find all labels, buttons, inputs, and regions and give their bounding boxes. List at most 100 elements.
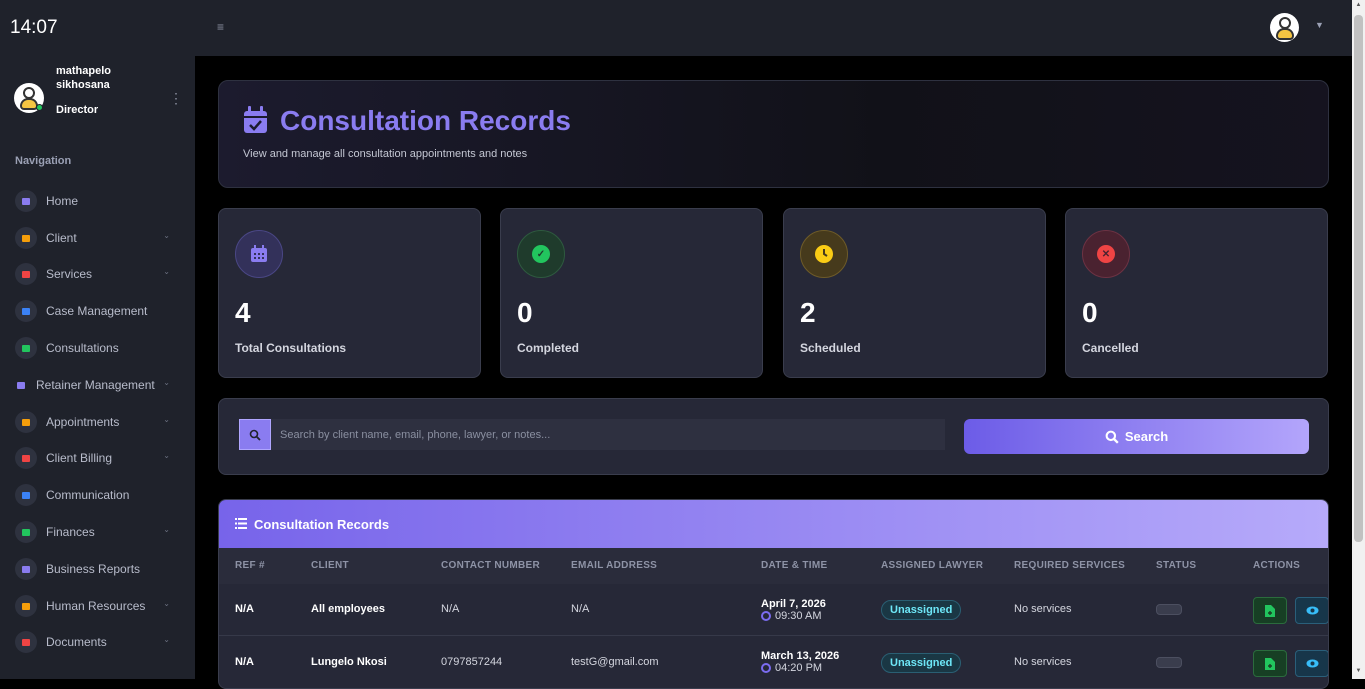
client-cell: All employees — [311, 603, 385, 615]
sidebar-item-retainer-management[interactable]: Retainer Management ⌄ — [15, 372, 175, 398]
stat-value: 4 — [235, 297, 251, 328]
column-header[interactable]: EMAIL ADDRESS — [571, 560, 657, 571]
top-avatar[interactable] — [1270, 13, 1299, 42]
chevron-down-icon[interactable]: ⌄ — [163, 378, 170, 387]
date-text: April 7, 2026 — [761, 598, 826, 610]
user-name: mathapelo sikhosana — [56, 65, 112, 91]
stat-label: Scheduled — [800, 341, 861, 355]
clock-icon — [761, 611, 771, 621]
search-icon — [1105, 430, 1119, 444]
column-header[interactable]: CLIENT — [311, 560, 349, 571]
chevron-down-icon[interactable]: ⌄ — [163, 231, 170, 240]
chart-icon — [15, 447, 37, 469]
stat-value: 0 — [1082, 297, 1098, 328]
email-cell: testG@gmail.com — [571, 656, 659, 668]
scroll-up-icon[interactable]: ▲ — [1354, 2, 1363, 8]
calendar-icon — [235, 230, 283, 278]
gauge-icon — [15, 190, 37, 212]
chevron-down-icon[interactable]: ⌄ — [163, 415, 170, 424]
sidebar-item-consultations[interactable]: Consultations — [15, 335, 175, 361]
caret-down-icon[interactable]: ▼ — [1315, 20, 1324, 30]
search-input[interactable] — [271, 419, 945, 450]
time-text: 09:30 AM — [775, 610, 822, 622]
eye-icon — [1306, 606, 1318, 615]
stat-card-scheduled: 2 Scheduled — [783, 208, 1046, 378]
table-row[interactable]: N/A Lungelo Nkosi 0797857244 testG@gmail… — [219, 637, 1328, 688]
stat-label: Total Consultations — [235, 341, 347, 355]
contact-cell: 0797857244 — [441, 656, 503, 668]
page-header: Consultation Records View and manage all… — [218, 80, 1329, 188]
view-button[interactable] — [1295, 597, 1328, 624]
column-header[interactable]: REQUIRED SERVICES — [1014, 560, 1125, 571]
datetime-cell: April 7, 2026 09:30 AM — [761, 598, 826, 622]
column-header[interactable]: DATE & TIME — [761, 560, 827, 571]
sidebar-item-case-management[interactable]: Case Management — [15, 298, 175, 324]
sidebar-item-label: Human Resources — [46, 599, 146, 613]
sidebar-item-appointments[interactable]: Appointments ⌄ — [15, 409, 175, 435]
search-button[interactable]: Search — [964, 419, 1309, 454]
chevron-down-icon[interactable]: ⌄ — [163, 635, 170, 644]
email-cell: N/A — [571, 603, 590, 615]
status-badge — [1156, 604, 1182, 615]
sidebar-item-client-billing[interactable]: Client Billing ⌄ — [15, 445, 175, 471]
folder-icon — [15, 300, 37, 322]
check-circle-icon: ✓ — [517, 230, 565, 278]
column-header[interactable]: REF # — [235, 560, 265, 571]
top-bar: ≡ ▼ — [195, 0, 1352, 56]
sidebar-item-client[interactable]: Client ⌄ — [15, 225, 175, 251]
sidebar-item-documents[interactable]: Documents ⌄ — [15, 629, 175, 655]
scrollbar-thumb[interactable] — [1354, 15, 1363, 542]
ref-cell: N/A — [235, 656, 254, 668]
stat-value: 0 — [517, 297, 533, 328]
sidebar-item-label: Client Billing — [46, 451, 113, 465]
page-title: Consultation Records — [280, 105, 571, 136]
briefcase-icon — [15, 263, 37, 285]
hamburger-menu-icon[interactable]: ≡ — [217, 20, 224, 34]
user-role: Director — [56, 104, 99, 116]
column-header[interactable]: ACTIONS — [1253, 560, 1300, 571]
document-icon — [15, 631, 37, 653]
contact-cell: N/A — [441, 603, 460, 615]
chevron-down-icon[interactable]: ⌄ — [163, 525, 170, 534]
sidebar-item-services[interactable]: Services ⌄ — [15, 261, 175, 287]
sidebar-item-human-resources[interactable]: Human Resources ⌄ — [15, 593, 175, 619]
sidebar-item-business-reports[interactable]: Business Reports — [15, 556, 175, 582]
table-column-headers: REF # CLIENT CONTACT NUMBER EMAIL ADDRES… — [219, 548, 1328, 584]
column-header[interactable]: ASSIGNED LAWYER — [881, 560, 983, 571]
sidebar-item-label: Communication — [46, 488, 130, 502]
list-icon — [235, 518, 247, 529]
clock-time: 14:07 — [10, 17, 58, 38]
sidebar-item-label: Services — [46, 267, 93, 281]
sidebar-item-communication[interactable]: Communication — [15, 482, 175, 508]
calendar-check-icon — [244, 106, 267, 133]
chevron-down-icon[interactable]: ⌄ — [163, 451, 170, 460]
sidebar-item-finances[interactable]: Finances ⌄ — [15, 519, 175, 545]
view-button[interactable] — [1295, 650, 1328, 677]
clock-icon — [761, 663, 771, 673]
sidebar-item-home[interactable]: Home — [15, 188, 175, 214]
user-profile[interactable]: mathapelo sikhosana Director ⋮ — [14, 62, 184, 122]
document-button[interactable] — [1253, 597, 1287, 624]
kebab-menu-icon[interactable]: ⋮ — [169, 90, 183, 107]
services-cell: No services — [1014, 656, 1072, 668]
file-contract-icon — [15, 374, 27, 396]
calendar-icon — [15, 411, 37, 433]
sidebar-item-label: Retainer Management — [36, 378, 155, 392]
document-button[interactable] — [1253, 650, 1287, 677]
scroll-down-icon[interactable]: ▼ — [1354, 668, 1363, 674]
lawyer-badge: Unassigned — [881, 600, 962, 620]
id-card-icon — [15, 227, 37, 249]
lawyer-badge: Unassigned — [881, 653, 962, 673]
table-title: Consultation Records — [254, 517, 390, 532]
table-row[interactable]: N/A All employees N/A N/A April 7, 2026 … — [219, 584, 1328, 636]
stat-label: Cancelled — [1082, 341, 1139, 355]
user-shield-icon — [15, 595, 37, 617]
stat-value: 2 — [800, 297, 816, 328]
column-header[interactable]: CONTACT NUMBER — [441, 560, 540, 571]
chevron-down-icon[interactable]: ⌄ — [163, 267, 170, 276]
search-button-label: Search — [1124, 429, 1169, 444]
column-header[interactable]: STATUS — [1156, 560, 1196, 571]
sidebar-item-label: Finances — [46, 525, 95, 539]
chevron-down-icon[interactable]: ⌄ — [163, 599, 170, 608]
table-header: Consultation Records — [219, 500, 1328, 548]
